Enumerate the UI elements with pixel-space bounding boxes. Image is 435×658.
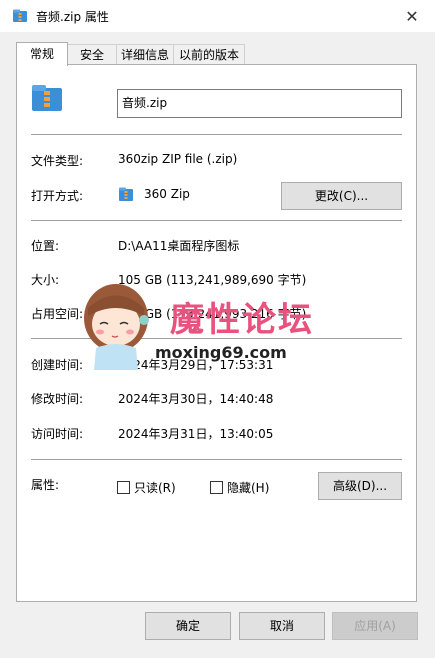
location-label: 位置: [31, 239, 60, 253]
open-with-label: 打开方式: [31, 189, 84, 203]
readonly-label: 只读(R) [134, 481, 176, 495]
size-label: 大小: [31, 273, 60, 287]
window-title: 音频.zip 属性 [36, 10, 109, 24]
watermark-url: moxing69.com [155, 343, 287, 362]
hidden-checkbox[interactable]: 隐藏(H) [210, 479, 269, 496]
cartoon-girl-watermark [84, 284, 149, 370]
accessed-label: 访问时间: [31, 427, 84, 441]
file-name-field[interactable]: 音频.zip [117, 89, 402, 118]
file-type-label: 文件类型: [31, 154, 84, 168]
hidden-label: 隐藏(H) [227, 481, 270, 495]
watermark-title: 魔性论坛 [170, 300, 314, 340]
open-with-value: 360 Zip [144, 187, 190, 201]
ok-button[interactable]: 确定 [145, 612, 231, 640]
zip-file-large-icon [32, 85, 62, 111]
attributes-label: 属性: [31, 478, 60, 492]
close-icon: ✕ [405, 6, 419, 26]
360zip-app-icon [119, 187, 133, 201]
separator [31, 134, 402, 135]
title-bar: 音频.zip 属性 ✕ [0, 0, 435, 32]
change-button[interactable]: 更改(C)... [281, 182, 402, 210]
tab-security[interactable]: 安全 [67, 44, 117, 65]
created-label: 创建时间: [31, 358, 84, 372]
location-value: D:\AA11桌面程序图标 [118, 239, 240, 253]
checkbox-box[interactable] [117, 481, 130, 494]
separator [31, 459, 402, 460]
file-type-value: 360zip ZIP file (.zip) [118, 152, 238, 166]
tab-previous-versions[interactable]: 以前的版本 [173, 44, 245, 65]
zip-archive-icon [13, 9, 27, 22]
close-button[interactable]: ✕ [389, 0, 435, 32]
modified-value: 2024年3月30日，14:40:48 [118, 392, 274, 406]
modified-label: 修改时间: [31, 392, 84, 406]
checkbox-box[interactable] [210, 481, 223, 494]
readonly-checkbox[interactable]: 只读(R) [117, 479, 176, 496]
apply-button[interactable]: 应用(A) [332, 612, 418, 640]
size-on-disk-label: 占用空间: [31, 307, 84, 321]
properties-window: 音频.zip 属性 ✕ 常规 安全 详细信息 以前的版本 音频.zip 文件类型… [0, 0, 435, 658]
tab-general[interactable]: 常规 [16, 42, 68, 66]
separator [31, 220, 402, 221]
tab-details[interactable]: 详细信息 [116, 44, 174, 65]
advanced-button[interactable]: 高级(D)... [318, 472, 402, 500]
accessed-value: 2024年3月31日，13:40:05 [118, 427, 274, 441]
cancel-button[interactable]: 取消 [239, 612, 325, 640]
